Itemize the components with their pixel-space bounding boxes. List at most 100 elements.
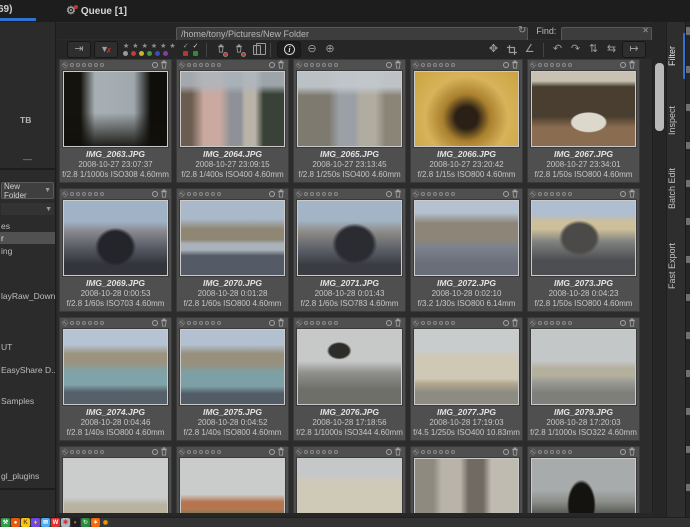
enqueue-icon[interactable] bbox=[503, 320, 509, 326]
rank-dot-icon[interactable] bbox=[562, 321, 566, 325]
grid-scrollbar[interactable] bbox=[652, 59, 666, 513]
trash-icon[interactable] bbox=[277, 60, 285, 71]
rank-dot-icon[interactable] bbox=[568, 192, 572, 196]
rank-dot-icon[interactable] bbox=[322, 450, 326, 454]
enqueue-icon[interactable] bbox=[269, 62, 275, 68]
refresh-icon[interactable]: ↻ bbox=[518, 24, 526, 38]
thumbnail-cell[interactable]: ⚿ bbox=[293, 446, 406, 513]
trash-icon[interactable] bbox=[628, 447, 636, 458]
rank-dot-icon[interactable] bbox=[187, 321, 191, 325]
rank-dot-icon[interactable] bbox=[100, 192, 104, 196]
folder-select-dropdown[interactable]: New Folder ▼ bbox=[1, 182, 54, 199]
rank-dot-icon[interactable] bbox=[556, 321, 560, 325]
trash-icon[interactable] bbox=[511, 60, 519, 71]
rank-dot-icon[interactable] bbox=[445, 63, 449, 67]
rank-dot-icon[interactable] bbox=[187, 192, 191, 196]
rank-dot-icon[interactable] bbox=[304, 321, 308, 325]
rank-dot-icon[interactable] bbox=[193, 192, 197, 196]
trash-icon[interactable] bbox=[394, 189, 402, 200]
rank-dot-icon[interactable] bbox=[451, 321, 455, 325]
tab-filter[interactable]: Filter bbox=[667, 33, 685, 79]
rank-dot-icon[interactable] bbox=[544, 192, 548, 196]
rank-dot-icon[interactable] bbox=[82, 192, 86, 196]
edited-filter-icon[interactable]: ✓ bbox=[183, 44, 189, 56]
thumbnail-cell[interactable]: ⚿IMG_2063.JPG2008-10-27 23:07:37f/2.8 1/… bbox=[59, 59, 172, 183]
thumbnail-cell[interactable]: ⚿ bbox=[176, 446, 289, 513]
photo-thumbnail[interactable] bbox=[297, 200, 402, 276]
rank-dot-icon[interactable] bbox=[88, 63, 92, 67]
tab-batch-edit[interactable]: Batch Edit bbox=[667, 154, 685, 222]
rank-dot-icon[interactable] bbox=[538, 450, 542, 454]
rank-dot-icon[interactable] bbox=[70, 450, 74, 454]
enqueue-icon[interactable] bbox=[386, 320, 392, 326]
rank-dot-icon[interactable] bbox=[421, 450, 425, 454]
rank-dot-icon[interactable] bbox=[445, 192, 449, 196]
thumbnail-cell[interactable]: ⚿ bbox=[59, 446, 172, 513]
clear-search-icon[interactable]: ✕ bbox=[642, 25, 649, 37]
info-overlay-toggle[interactable]: i bbox=[277, 41, 301, 58]
rank-dot-icon[interactable] bbox=[100, 321, 104, 325]
zoom-in-button[interactable]: ⊕ bbox=[322, 42, 337, 57]
tab-queue[interactable]: ⚙ Queue [1] bbox=[66, 2, 127, 20]
rating-color-filter[interactable]: ★★★★★★ bbox=[121, 44, 178, 56]
photo-thumbnail[interactable] bbox=[297, 71, 402, 147]
trash-icon[interactable] bbox=[511, 318, 519, 329]
rank-dot-icon[interactable] bbox=[538, 321, 542, 325]
thumbnail-cell[interactable]: ⚿IMG_2070.JPG2008-10-28 0:01:28f/2.8 1/6… bbox=[176, 188, 289, 312]
rank-dot-icon[interactable] bbox=[316, 192, 320, 196]
rank-dot-icon[interactable] bbox=[205, 63, 209, 67]
thumbnail-cell[interactable]: ⚿IMG_2069.JPG2008-10-28 0:00:53f/2.8 1/6… bbox=[59, 188, 172, 312]
enqueue-icon[interactable] bbox=[269, 191, 275, 197]
enqueue-icon[interactable] bbox=[620, 191, 626, 197]
rank-dot-icon[interactable] bbox=[82, 450, 86, 454]
rank-dot-icon[interactable] bbox=[304, 63, 308, 67]
rank-dot-icon[interactable] bbox=[304, 450, 308, 454]
rank-dot-icon[interactable] bbox=[439, 63, 443, 67]
rawtherapee-app-icon[interactable]: ◉ bbox=[101, 518, 110, 527]
rank-dot-icon[interactable] bbox=[316, 450, 320, 454]
trash-button[interactable] bbox=[231, 42, 246, 57]
rank-dot-icon[interactable] bbox=[334, 450, 338, 454]
tab-fast-export[interactable]: Fast Export bbox=[667, 228, 685, 304]
trash-icon[interactable] bbox=[277, 189, 285, 200]
enqueue-icon[interactable] bbox=[503, 62, 509, 68]
rank-dot-icon[interactable] bbox=[421, 192, 425, 196]
rank-dot-icon[interactable] bbox=[427, 63, 431, 67]
rank-dot-icon[interactable] bbox=[304, 192, 308, 196]
enqueue-icon[interactable] bbox=[503, 191, 509, 197]
rank-dot-icon[interactable] bbox=[568, 63, 572, 67]
directory-tree-item[interactable]: EasyShare D... bbox=[1, 365, 56, 375]
recycle-app-icon[interactable]: ↻ bbox=[81, 518, 90, 527]
rank-dot-icon[interactable] bbox=[322, 63, 326, 67]
rank-dot-icon[interactable] bbox=[328, 192, 332, 196]
rank-dot-icon[interactable] bbox=[550, 192, 554, 196]
crop-tool-button[interactable] bbox=[504, 42, 519, 57]
rank-dot-icon[interactable] bbox=[445, 321, 449, 325]
rank-dot-icon[interactable] bbox=[310, 321, 314, 325]
trash-icon[interactable] bbox=[628, 318, 636, 329]
rank-dot-icon[interactable] bbox=[217, 450, 221, 454]
photo-thumbnail[interactable] bbox=[63, 329, 168, 405]
trash-icon[interactable] bbox=[160, 60, 168, 71]
rank-dot-icon[interactable] bbox=[193, 63, 197, 67]
edited-state-filter[interactable]: ✓✓ bbox=[181, 44, 201, 56]
rank-dot-icon[interactable] bbox=[193, 450, 197, 454]
rank-dot-icon[interactable] bbox=[334, 321, 338, 325]
photo-thumbnail[interactable] bbox=[297, 458, 402, 513]
tools-app-icon[interactable]: ⚒ bbox=[1, 518, 10, 527]
photo-thumbnail[interactable] bbox=[414, 329, 519, 405]
enqueue-icon[interactable] bbox=[269, 320, 275, 326]
rank-dot-icon[interactable] bbox=[439, 192, 443, 196]
photo-thumbnail[interactable] bbox=[63, 458, 168, 513]
rotate-right-button[interactable]: ↷ bbox=[568, 42, 583, 57]
rank-dot-icon[interactable] bbox=[211, 63, 215, 67]
file-browser-tab-fragment[interactable]: 69) bbox=[0, 4, 12, 15]
directory-tree-item[interactable]: r bbox=[0, 232, 55, 244]
photo-thumbnail[interactable] bbox=[531, 458, 636, 513]
rank-dot-icon[interactable] bbox=[427, 450, 431, 454]
flip-vertical-button[interactable]: ⇅ bbox=[586, 42, 601, 57]
path-input[interactable] bbox=[176, 27, 528, 41]
rank-dot-icon[interactable] bbox=[562, 450, 566, 454]
rank-dot-icon[interactable] bbox=[94, 450, 98, 454]
edited-filter-icon[interactable]: ✓ bbox=[193, 44, 199, 56]
